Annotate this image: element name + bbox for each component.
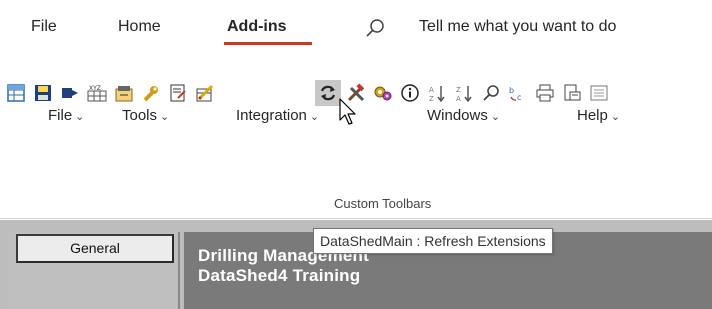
menu-integration[interactable]: Integration ⌄ — [236, 107, 319, 124]
grid-table-icon[interactable] — [3, 80, 29, 106]
tell-me-label: Tell me what you want to do — [419, 18, 617, 35]
menu-integration-label: Integration — [236, 107, 307, 124]
menu-tools[interactable]: Tools ⌄ — [122, 107, 169, 124]
save-disk-icon[interactable] — [30, 80, 56, 106]
find-icon[interactable] — [478, 80, 504, 106]
menu-file-label: File — [48, 107, 73, 124]
active-tab-indicator — [224, 42, 312, 45]
chevron-down-icon: ⌄ — [490, 111, 501, 123]
book-folder-icon[interactable] — [111, 80, 137, 106]
menu-help-label: Help — [577, 107, 608, 124]
chevron-down-icon: ⌄ — [160, 111, 170, 123]
group-label: Custom Toolbars — [334, 196, 432, 211]
svg-text:Z: Z — [456, 86, 461, 94]
sort-ascending-icon[interactable]: AZ — [424, 80, 450, 106]
svg-text:b: b — [509, 86, 514, 95]
menu-help[interactable]: Help ⌄ — [577, 107, 620, 124]
properties-icon[interactable] — [586, 80, 612, 106]
notepad-edit-icon[interactable] — [165, 80, 191, 106]
refresh-arrows-icon[interactable] — [315, 80, 341, 106]
xyz-table-icon[interactable]: XYZ — [84, 80, 110, 106]
svg-text:A: A — [456, 95, 461, 103]
menu-windows[interactable]: Windows ⌄ — [427, 107, 500, 124]
mouse-cursor-icon — [339, 98, 356, 125]
tab-home[interactable]: Home — [118, 18, 161, 36]
ribbon-tab-bar: File Home Add-ins Tell me what you want … — [0, 0, 712, 48]
menu-windows-label: Windows — [427, 107, 488, 124]
replace-icon[interactable]: bc — [505, 80, 531, 106]
table-pencil-icon[interactable] — [192, 80, 218, 106]
menu-tools-label: Tools — [122, 107, 158, 124]
menu-file[interactable]: File ⌄ — [48, 107, 84, 124]
tooltip: DataShedMain : Refresh Extensions — [313, 228, 553, 254]
svg-text:A: A — [429, 86, 434, 94]
chevron-down-icon: ⌄ — [75, 111, 85, 123]
tab-add-ins[interactable]: Add-ins — [227, 18, 287, 36]
chevron-down-icon: ⌄ — [610, 111, 621, 123]
chevron-down-icon: ⌄ — [309, 111, 320, 123]
svg-text:c: c — [517, 93, 521, 102]
print-preview-icon[interactable] — [559, 80, 585, 106]
export-arrow-icon[interactable] — [57, 80, 83, 106]
app-title-line2: DataShed4 Training — [198, 266, 361, 285]
svg-text:Z: Z — [429, 95, 434, 103]
tab-file[interactable]: File — [31, 18, 57, 36]
search-icon — [364, 17, 386, 39]
sort-descending-icon[interactable]: ZA — [451, 80, 477, 106]
print-icon[interactable] — [532, 80, 558, 106]
gears-icon[interactable] — [370, 80, 396, 106]
wrench-icon[interactable] — [138, 80, 164, 106]
general-button[interactable]: General — [16, 234, 174, 263]
info-icon[interactable] — [397, 80, 423, 106]
